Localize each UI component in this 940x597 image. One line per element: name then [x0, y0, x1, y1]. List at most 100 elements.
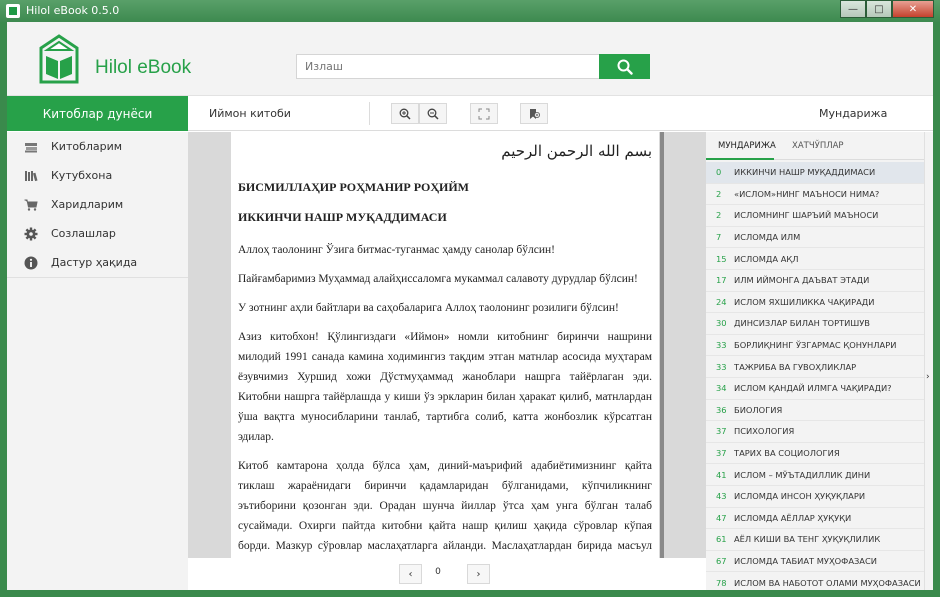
sidebar-divider — [7, 277, 188, 278]
maximize-button[interactable]: □ — [866, 0, 892, 18]
sidebar-item-settings[interactable]: Созлашлар — [7, 219, 188, 248]
zoom-out-icon — [427, 108, 439, 120]
toc-item[interactable]: 7 ИСЛОМДА ИЛМ — [706, 227, 924, 249]
toc-page-number: 2 — [716, 188, 722, 199]
toc-page-number: 2 — [716, 210, 722, 221]
toc-item[interactable]: 17 ИЛМ ИЙМОНГА ДАЪВАТ ЭТАДИ — [706, 270, 924, 292]
toc-title: «ИСЛОМ»НИНГ МАЪНОСИ НИМА? — [734, 188, 880, 199]
search-input[interactable] — [296, 54, 600, 79]
toc-item[interactable]: 37 ТАРИХ ВА СОЦИОЛОГИЯ — [706, 443, 924, 465]
app-header: Hilol eBook — [7, 22, 933, 96]
toc-page-number: 41 — [716, 469, 727, 480]
toc-title: АЁЛ КИШИ ВА ТЕНГ ҲУҚУҚЛИЛИК — [734, 534, 881, 545]
toc-title: ИСЛОМ ВА НАБОТОТ ОЛАМИ МУҲОФАЗАСИ — [734, 577, 921, 588]
toc-page-number: 37 — [716, 448, 727, 459]
bookmark-button[interactable] — [520, 103, 548, 124]
tab-contents[interactable]: МУНДАРИЖА — [718, 141, 776, 151]
toc-title: ИСЛОМ – МЎЪТАДИЛЛИК ДИНИ — [734, 469, 871, 480]
sidebar-item-my-books[interactable]: Китобларим — [7, 132, 188, 161]
book-title: Иймон китоби — [209, 107, 291, 120]
toc-page-number: 78 — [716, 577, 727, 588]
toc-title: ИСЛОМДА ИНСОН ҲУҚУҚЛАРИ — [734, 491, 866, 502]
contents-panel: МУНДАРИЖА ХАТЧЎПЛАР 0 ИККИНЧИ НАШР МУҚАДД… — [706, 132, 924, 590]
basmala-text: بسم الله الرحمن الرحيم — [501, 142, 652, 160]
sidebar-item-label: Кутубхона — [51, 169, 113, 182]
toc-item[interactable]: 78 ИСЛОМ ВА НАБОТОТ ОЛАМИ МУҲОФАЗАСИ — [706, 572, 924, 590]
toc-title: ИККИНЧИ НАШР МУҚАДДИМАСИ — [734, 167, 876, 178]
app-window: Hilol eBook 0.5.0 — □ ✕ Hilol eBook Изла… — [0, 0, 940, 597]
fullscreen-button[interactable] — [470, 103, 498, 124]
sidebar-item-label: Китобларим — [51, 140, 123, 153]
toc-page-number: 15 — [716, 253, 727, 264]
toc-page-number: 47 — [716, 512, 727, 523]
book-page[interactable]: بسم الله الرحمن الرحيم БИСМИЛЛАҲИР РОҲМА… — [231, 132, 659, 558]
toc-page-number: 0 — [716, 167, 722, 178]
toc-page-number: 67 — [716, 555, 727, 566]
active-tab-indicator — [706, 158, 774, 160]
sidebar-item-library[interactable]: Кутубхона — [7, 161, 188, 190]
page-scrollbar[interactable] — [660, 132, 664, 558]
window-controls: — □ ✕ — [840, 0, 934, 18]
page-paragraph: Аллоҳ таолонинг Ўзига битмас-туганмас ҳа… — [238, 244, 556, 256]
search-button[interactable] — [599, 54, 650, 79]
page-paragraph: Пайғамбаримиз Муҳаммад алайҳиссаломга му… — [238, 273, 638, 285]
toc-item[interactable]: 43 ИСЛОМДА ИНСОН ҲУҚУҚЛАРИ — [706, 486, 924, 508]
panel-collapse-strip[interactable]: › — [924, 132, 933, 590]
title-bar[interactable]: Hilol eBook 0.5.0 — □ ✕ — [0, 0, 940, 22]
sidebar-item-label: Харидларим — [51, 198, 124, 211]
toc-item[interactable]: 30 ДИНСИЗЛАР БИЛАН ТОРТИШУВ — [706, 313, 924, 335]
toc-title: БИОЛОГИЯ — [734, 404, 783, 415]
toc-page-number: 33 — [716, 340, 727, 351]
toc-item[interactable]: 0 ИККИНЧИ НАШР МУҚАДДИМАСИ — [706, 162, 924, 184]
toc-item[interactable]: 47 ИСЛОМДА АЁЛЛАР ҲУҚУҚИ — [706, 508, 924, 530]
hilol-logo-icon — [39, 34, 79, 84]
toc-item[interactable]: 41 ИСЛОМ – МЎЪТАДИЛЛИК ДИНИ — [706, 464, 924, 486]
toc-item[interactable]: 36 БИОЛОГИЯ — [706, 400, 924, 422]
toc-page-number: 34 — [716, 383, 727, 394]
page-paragraph: У зотнинг аҳли байтлари ва саҳобаларига … — [238, 302, 619, 314]
toc-item[interactable]: 33 ТАЖРИБА ВА ГУВОҲЛИКЛАР — [706, 356, 924, 378]
toc-item[interactable]: 67 ИСЛОМДА ТАБИАТ МУҲОФАЗАСИ — [706, 551, 924, 573]
client-area: Hilol eBook Китоблар дунёси Иймон китоби — [7, 22, 933, 590]
toc-title: ИЛМ ИЙМОНГА ДАЪВАТ ЭТАДИ — [734, 275, 870, 286]
toc-item[interactable]: 33 БОРЛИҚНИНГ ЎЗГАРМАС ҚОНУНЛАРИ — [706, 335, 924, 357]
page-heading: ИККИНЧИ НАШР МУҚАДДИМАСИ — [238, 210, 447, 224]
toc-title: ИСЛОМ ҚАНДАЙ ИЛМГА ЧАҚИРАДИ? — [734, 383, 892, 394]
prev-page-button[interactable]: ‹ — [399, 564, 422, 584]
toc-title: ИСЛОМДА АҚЛ — [734, 253, 799, 264]
toc-item[interactable]: 37 ПСИХОЛОГИЯ — [706, 421, 924, 443]
next-page-button[interactable]: › — [467, 564, 490, 584]
tab-bookmarks[interactable]: ХАТЧЎПЛАР — [792, 141, 844, 151]
zoom-in-button[interactable] — [391, 103, 419, 124]
toc-page-number: 30 — [716, 318, 727, 329]
sidebar-item-about[interactable]: Дастур ҳақида — [7, 248, 188, 277]
minimize-button[interactable]: — — [840, 0, 866, 18]
close-button[interactable]: ✕ — [892, 0, 934, 18]
page-paragraph: Китоб камтарона ҳолда бўлса ҳам, диний-м… — [238, 460, 652, 552]
toc-item[interactable]: 2 «ИСЛОМ»НИНГ МАЪНОСИ НИМА? — [706, 184, 924, 206]
chevron-right-icon: › — [926, 372, 930, 382]
toc-title: ИСЛОМДА ИЛМ — [734, 232, 801, 243]
toc-list: 0 ИККИНЧИ НАШР МУҚАДДИМАСИ 2 «ИСЛОМ»НИНГ МА… — [706, 162, 924, 590]
toc-page-number: 24 — [716, 296, 727, 307]
toc-item[interactable]: 24 ИСЛОМ ЯХШИЛИККА ЧАҚИРАДИ — [706, 292, 924, 314]
toc-item[interactable]: 2 ИСЛОМНИНГ ШАРЪИЙ МАЪНОСИ — [706, 205, 924, 227]
zoom-out-button[interactable] — [419, 103, 447, 124]
toc-page-number: 33 — [716, 361, 727, 372]
books-world-tab[interactable]: Китоблар дунёси — [7, 96, 188, 131]
toc-page-number: 17 — [716, 275, 727, 286]
toolbar: Китоблар дунёси Иймон китоби Мундарижа — [7, 96, 933, 131]
toc-title: ИСЛОМНИНГ ШАРЪИЙ МАЪНОСИ — [734, 210, 879, 221]
app-icon — [6, 4, 20, 18]
sidebar-item-purchases[interactable]: Харидларим — [7, 190, 188, 219]
sidebar-item-label: Созлашлар — [51, 227, 116, 240]
toc-item[interactable]: 15 ИСЛОМДА АҚЛ — [706, 248, 924, 270]
toc-item[interactable]: 34 ИСЛОМ ҚАНДАЙ ИЛМГА ЧАҚИРАДИ? — [706, 378, 924, 400]
toc-title: БОРЛИҚНИНГ ЎЗГАРМАС ҚОНУНЛАРИ — [734, 340, 897, 351]
toc-item[interactable]: 61 АЁЛ КИШИ ВА ТЕНГ ҲУҚУҚЛИЛИК — [706, 529, 924, 551]
toc-page-number: 43 — [716, 491, 727, 502]
sidebar-item-label: Дастур ҳақида — [51, 256, 138, 269]
toc-page-number: 36 — [716, 404, 727, 415]
library-icon — [23, 169, 39, 183]
fullscreen-icon — [478, 108, 490, 119]
